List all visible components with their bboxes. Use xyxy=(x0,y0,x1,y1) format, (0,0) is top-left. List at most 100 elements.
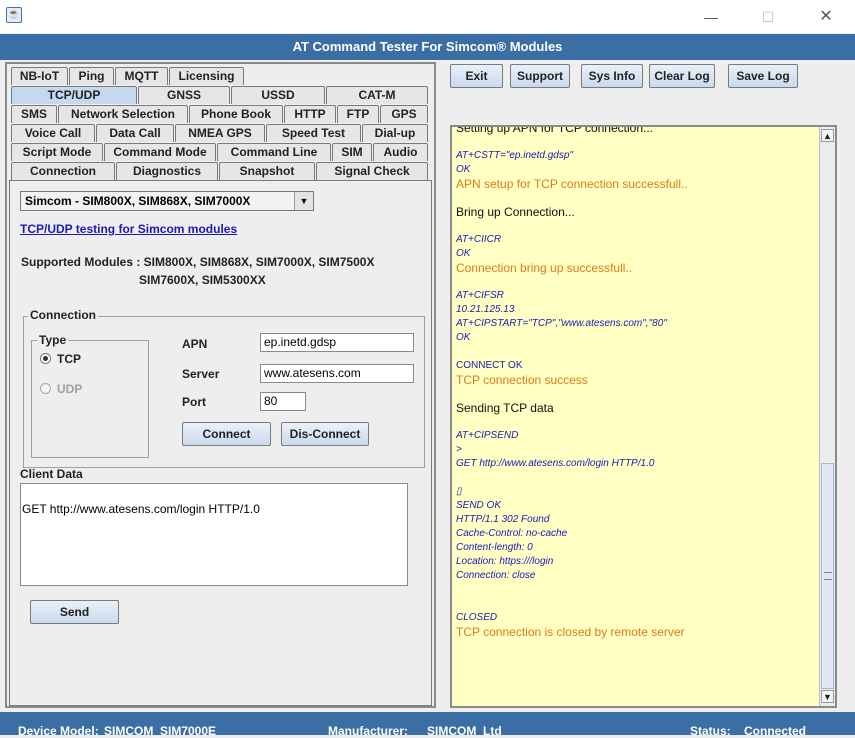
tab-tcp-udp[interactable]: TCP/UDP xyxy=(11,86,137,104)
tab-phone-book[interactable]: Phone Book xyxy=(189,105,283,123)
connect-button[interactable]: Connect xyxy=(182,422,271,446)
tab-connection[interactable]: Connection xyxy=(11,162,115,180)
port-input[interactable]: 80 xyxy=(260,392,306,411)
log-line: Connection: close xyxy=(456,570,536,581)
sys-info-button[interactable]: Sys Info xyxy=(581,64,643,88)
java-app-icon: ☕ xyxy=(6,7,22,23)
log-content: Setting up APN for TCP connection... AT+… xyxy=(456,127,816,639)
chevron-down-icon[interactable]: ▼ xyxy=(294,192,313,210)
manufacturer-value: SIMCOM_Ltd xyxy=(427,724,502,738)
log-line: HTTP/1.1 302 Found xyxy=(456,514,550,525)
module-select[interactable]: Simcom - SIM800X, SIM868X, SIM7000X ▼ xyxy=(20,191,314,211)
log-scrollbar[interactable]: ▲ ▼ xyxy=(819,127,835,706)
server-label: Server xyxy=(182,367,220,381)
tab-ftp[interactable]: FTP xyxy=(337,105,379,123)
log-line: ▯ xyxy=(456,486,462,497)
tab-licensing[interactable]: Licensing xyxy=(169,67,244,85)
radio-selected-dot xyxy=(43,356,48,361)
manufacturer-label: Manufacturer: xyxy=(328,724,409,738)
server-input[interactable]: www.atesens.com xyxy=(260,364,414,383)
send-button[interactable]: Send xyxy=(30,600,119,624)
supported-modules-line2: SIM7600X, SIM5300XX xyxy=(139,273,266,287)
log-line: Location: https:///login xyxy=(456,556,554,567)
tcp-radio[interactable] xyxy=(40,353,51,364)
supported-modules-line1: Supported Modules : SIM800X, SIM868X, SI… xyxy=(21,255,375,269)
log-line: SEND OK xyxy=(456,500,502,511)
log-line: APN setup for TCP connection successfull… xyxy=(456,177,688,191)
log-line: 10.21.125.13 xyxy=(456,304,515,315)
tab-http[interactable]: HTTP xyxy=(284,105,336,123)
log-line: AT+CSTT="ep.inetd.gdsp" xyxy=(456,150,573,161)
minimize-icon[interactable]: — xyxy=(696,4,726,30)
tab-nmea-gps[interactable]: NMEA GPS xyxy=(175,124,265,142)
log-line: Connection bring up successfull.. xyxy=(456,261,633,275)
tab-voice-call[interactable]: Voice Call xyxy=(11,124,95,142)
type-group-title: Type xyxy=(37,333,69,347)
apn-input[interactable]: ep.inetd.gdsp xyxy=(260,333,414,352)
apn-label: APN xyxy=(182,337,208,351)
scroll-up-icon[interactable]: ▲ xyxy=(821,129,834,142)
client-data-label: Client Data xyxy=(20,467,83,481)
log-line: Sending TCP data xyxy=(456,401,554,415)
tab-nb-iot[interactable]: NB-IoT xyxy=(11,67,68,85)
client-data-textarea[interactable]: GET http://www.atesens.com/login HTTP/1.… xyxy=(20,483,408,586)
log-line: AT+CIICR xyxy=(456,234,502,245)
tab-sim[interactable]: SIM xyxy=(332,143,372,161)
log-line: TCP connection success xyxy=(456,373,588,387)
tcp-radio-label: TCP xyxy=(57,352,81,366)
udp-radio[interactable] xyxy=(40,383,51,394)
status-value: Connected xyxy=(744,724,807,738)
log-line: GET http://www.atesens.com/login HTTP/1.… xyxy=(456,458,655,469)
tcp-udp-help-link[interactable]: TCP/UDP testing for Simcom modules xyxy=(20,222,237,236)
tab-signal-check[interactable]: Signal Check xyxy=(316,162,428,180)
support-button[interactable]: Support xyxy=(510,64,570,88)
tab-audio[interactable]: Audio xyxy=(373,143,428,161)
maximize-icon[interactable]: ☐ xyxy=(753,4,783,30)
log-line: OK xyxy=(456,332,471,343)
status-bar: Device Model: SIMCOM_SIM7000E Manufactur… xyxy=(0,712,855,738)
device-model-value: SIMCOM_SIM7000E xyxy=(104,724,217,738)
tab-data-call[interactable]: Data Call xyxy=(96,124,174,142)
clear-log-button[interactable]: Clear Log xyxy=(649,64,715,88)
tab-ussd[interactable]: USSD xyxy=(231,86,325,104)
tab-cat-m[interactable]: CAT-M xyxy=(326,86,428,104)
module-select-value: Simcom - SIM800X, SIM868X, SIM7000X xyxy=(25,194,251,208)
tab-ping[interactable]: Ping xyxy=(69,67,114,85)
tab-speed-test[interactable]: Speed Test xyxy=(266,124,361,142)
tab-mqtt[interactable]: MQTT xyxy=(115,67,168,85)
status-label: Status: xyxy=(690,724,731,738)
tab-network-selection[interactable]: Network Selection xyxy=(58,105,188,123)
device-model-label: Device Model: xyxy=(18,724,99,738)
log-line: Cache-Control: no-cache xyxy=(456,528,568,539)
log-line: OK xyxy=(456,164,471,175)
tab-diagnostics[interactable]: Diagnostics xyxy=(116,162,218,180)
log-line: OK xyxy=(456,248,471,259)
save-log-button[interactable]: Save Log xyxy=(728,64,798,88)
grip-icon xyxy=(824,572,832,580)
log-line: Bring up Connection... xyxy=(456,205,575,219)
tab-gps[interactable]: GPS xyxy=(380,105,428,123)
log-line: Content-length: 0 xyxy=(456,542,533,553)
tab-gnss[interactable]: GNSS xyxy=(138,86,230,104)
tab-command-mode[interactable]: Command Mode xyxy=(104,143,216,161)
port-label: Port xyxy=(182,395,206,409)
log-line: CONNECT OK xyxy=(456,360,523,371)
tab-snapshot[interactable]: Snapshot xyxy=(219,162,315,180)
exit-button[interactable]: Exit xyxy=(450,64,503,88)
scroll-thumb[interactable] xyxy=(821,463,834,689)
scroll-down-icon[interactable]: ▼ xyxy=(821,690,834,703)
tab-dial-up[interactable]: Dial-up xyxy=(362,124,428,142)
close-icon[interactable]: ✕ xyxy=(811,4,841,30)
tab-sms[interactable]: SMS xyxy=(11,105,57,123)
log-line: AT+CIPSTART="TCP","www.atesens.com","80" xyxy=(456,318,667,329)
tab-script-mode[interactable]: Script Mode xyxy=(11,143,103,161)
log-panel[interactable]: Setting up APN for TCP connection... AT+… xyxy=(450,125,837,708)
tab-command-line[interactable]: Command Line xyxy=(217,143,331,161)
disconnect-button[interactable]: Dis-Connect xyxy=(281,422,369,446)
